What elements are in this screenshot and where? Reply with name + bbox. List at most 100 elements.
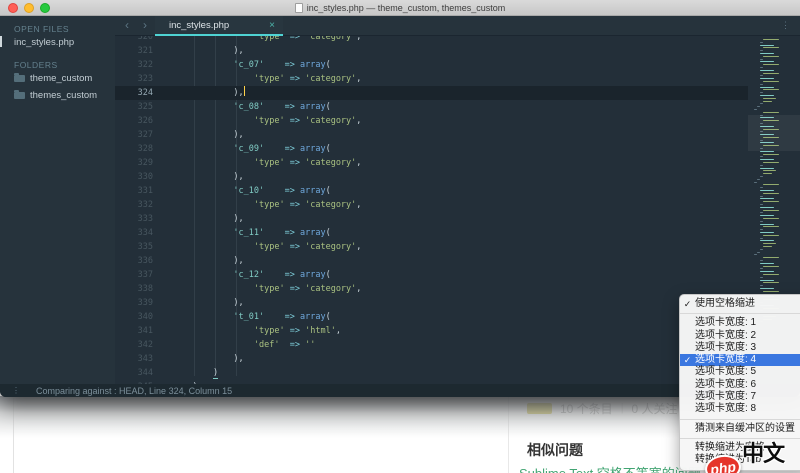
zoom-window-button[interactable] [40, 3, 50, 13]
minimap-line [763, 73, 779, 74]
minimap-line [760, 271, 774, 272]
close-window-button[interactable] [8, 3, 18, 13]
code-line[interactable]: 328 'c_09' => array( [115, 142, 748, 156]
folder-icon [14, 92, 25, 99]
folders-heading: FOLDERS [0, 60, 115, 70]
code-line[interactable]: 332 'type' => 'category', [115, 198, 748, 212]
similar-question-link[interactable]: Sublime Text 空格不等宽的问题 [519, 463, 701, 473]
tab-close-icon[interactable]: × [269, 16, 275, 35]
line-number: 327 [115, 128, 162, 142]
code-line[interactable]: 324 ), [115, 86, 748, 100]
code-line[interactable]: 334 'c_11' => array( [115, 226, 748, 240]
checkmark-icon [680, 379, 695, 391]
code-line[interactable]: 337 'c_12' => array( [115, 268, 748, 282]
code-line[interactable]: 322 'c_07' => array( [115, 58, 748, 72]
menu-item[interactable]: 选项卡宽度: 2 [680, 330, 800, 342]
tab-inc-styles[interactable]: inc_styles.php × [155, 16, 283, 36]
code-line[interactable]: 325 'c_08' => array( [115, 100, 748, 114]
code-line[interactable]: 343 ), [115, 352, 748, 366]
folder-item[interactable]: theme_custom [0, 70, 115, 87]
sidebar: OPEN FILES inc_styles.php FOLDERS theme_… [0, 16, 115, 384]
menu-item[interactable]: 选项卡宽度: 1 [680, 317, 800, 329]
minimap-line [760, 232, 774, 233]
code-line[interactable]: 335 'type' => 'category', [115, 240, 748, 254]
line-number: 334 [115, 226, 162, 240]
menu-item-label: 选项卡宽度: 1 [695, 317, 756, 329]
menu-item-label: 选项卡宽度: 4 [695, 354, 756, 366]
minimap-line [763, 184, 779, 185]
minimap-line [760, 288, 774, 289]
menu-item[interactable]: ✓选项卡宽度: 4 [680, 354, 800, 366]
line-number: 326 [115, 114, 162, 128]
php-logo-text: php [709, 458, 737, 473]
minimap-line [760, 268, 763, 269]
menu-item[interactable]: 猜测来自缓冲区的设置 [680, 423, 800, 435]
menu-item[interactable]: 选项卡宽度: 5 [680, 366, 800, 378]
line-number: 331 [115, 184, 162, 198]
code-line[interactable]: 333 ), [115, 212, 748, 226]
open-files-heading: OPEN FILES [0, 24, 115, 34]
checkmark-icon: ✓ [680, 298, 695, 310]
checkmark-icon [680, 423, 695, 435]
code-line[interactable]: 342 'def' => '' [115, 338, 748, 352]
minimap-viewport[interactable] [748, 115, 800, 151]
minimap-line [760, 240, 774, 241]
history-forward-icon[interactable]: › [143, 16, 147, 36]
menu-separator [680, 313, 800, 314]
code-line[interactable]: 340 't_01' => array( [115, 310, 748, 324]
code-text: 'type' => 'category', [162, 156, 361, 170]
title-bar[interactable]: inc_styles.php — theme_custom, themes_cu… [0, 0, 800, 16]
line-number: 322 [115, 58, 162, 72]
code-text: ), [162, 170, 244, 184]
code-line[interactable]: 323 'type' => 'category', [115, 72, 748, 86]
code-line[interactable]: 338 'type' => 'category', [115, 282, 748, 296]
open-file-item[interactable]: inc_styles.php [0, 34, 115, 51]
code-line[interactable]: 329 'type' => 'category', [115, 156, 748, 170]
code-text: ) [162, 366, 218, 380]
minimap-line [757, 252, 760, 253]
checkmark-icon [680, 442, 695, 454]
code-line[interactable]: 330 ), [115, 170, 748, 184]
code-line[interactable]: 341 'type' => 'html', [115, 324, 748, 338]
minimap-line [763, 170, 776, 171]
status-menu-icon[interactable]: ⋮ [12, 386, 20, 395]
traffic-lights [8, 3, 50, 13]
folder-icon [14, 75, 25, 82]
line-number: 323 [115, 72, 162, 86]
code-line[interactable]: 336 ), [115, 254, 748, 268]
code-line[interactable]: 339 ), [115, 296, 748, 310]
menu-item-label: 猜测来自缓冲区的设置 [695, 423, 795, 435]
folder-item[interactable]: themes_custom [0, 87, 115, 104]
history-back-icon[interactable]: ‹ [125, 16, 129, 36]
code-line[interactable]: 326 'type' => 'category', [115, 114, 748, 128]
minimap-line [763, 201, 779, 202]
minimap-line [763, 266, 779, 267]
menu-item[interactable]: 选项卡宽度: 7 [680, 391, 800, 403]
line-number: 330 [115, 170, 162, 184]
topic-tag-badge[interactable] [527, 403, 552, 414]
menu-item[interactable]: ✓使用空格缩进 [680, 298, 800, 310]
minimize-window-button[interactable] [24, 3, 34, 13]
menu-item-label: 选项卡宽度: 7 [695, 391, 756, 403]
menu-item[interactable]: 选项卡宽度: 6 [680, 379, 800, 391]
menu-item[interactable]: 选项卡宽度: 3 [680, 342, 800, 354]
line-number: 328 [115, 142, 162, 156]
code-line[interactable]: 331 'c_10' => array( [115, 184, 748, 198]
code-text: 't_01' => array( [162, 310, 331, 324]
minimap-line [763, 98, 776, 99]
code-text: ), [162, 296, 244, 310]
code-line[interactable]: 344 ) [115, 366, 748, 380]
tab-overflow-icon[interactable]: ⋮ [781, 16, 790, 35]
minimap-line [760, 67, 763, 68]
window-title: inc_styles.php — theme_custom, themes_cu… [307, 3, 506, 13]
code-line[interactable]: 327 ), [115, 128, 748, 142]
menu-item-label: 选项卡宽度: 8 [695, 403, 756, 415]
code-text: 'c_12' => array( [162, 268, 331, 282]
code-text: 'type' => 'category', [162, 282, 361, 296]
code-line[interactable]: 321 ), [115, 44, 748, 58]
code-line[interactable]: 320 'type' => 'category', [115, 36, 748, 44]
minimap-line [760, 53, 774, 54]
minimap-line [760, 280, 774, 281]
menu-item[interactable]: 选项卡宽度: 8 [680, 403, 800, 415]
page-left-border [13, 398, 14, 473]
